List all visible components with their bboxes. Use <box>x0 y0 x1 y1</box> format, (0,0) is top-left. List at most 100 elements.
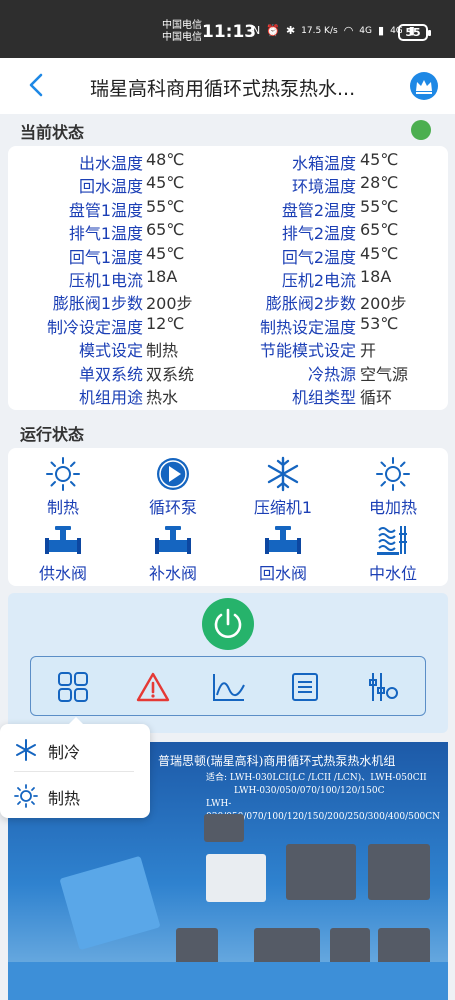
status-row: 盘管1温度 55℃ 盘管2温度 55℃ <box>8 197 448 220</box>
status-value: 200步 <box>146 294 193 314</box>
status-value: 双系统 <box>146 364 195 384</box>
carrier-1: 中国电信 <box>162 20 202 31</box>
status-value: 65℃ <box>146 220 185 240</box>
run-status-heading: 运行状态 <box>20 425 85 444</box>
status-row: 回水温度 45℃ 环境温度 28℃ <box>8 173 448 196</box>
online-indicator <box>411 120 431 140</box>
status-label: 回气2温度 <box>281 247 356 267</box>
list-icon[interactable] <box>287 671 323 703</box>
mode-popup: 制冷 制热 <box>0 717 150 818</box>
grid-icon[interactable] <box>55 671 91 703</box>
sun-icon <box>46 457 80 491</box>
status-label: 制冷设定温度 <box>46 317 143 337</box>
play-circle-icon <box>157 458 189 490</box>
status-label: 机组用途 <box>78 388 143 407</box>
banner-line: 适合: LWH-030LCI(LC /LCII /LCN)、LWH-050CII <box>206 773 427 783</box>
valve-icon <box>265 526 301 554</box>
run-item-label: 压缩机1 <box>253 498 313 517</box>
status-row: 制冷设定温度 12℃ 制热设定温度 53℃ <box>8 314 448 337</box>
status-value: 制热 <box>146 341 179 361</box>
mode-option-label: 制冷 <box>48 743 81 762</box>
status-row: 出水温度 48℃ 水箱温度 45℃ <box>8 150 448 173</box>
alarm-icon[interactable] <box>135 671 171 703</box>
status-row: 模式设定 制热 节能模式设定开 <box>8 337 448 360</box>
chevron-left-icon[interactable] <box>24 72 50 98</box>
status-row: 机组用途 热水 机组类型 循环 <box>8 384 448 407</box>
run-item-pump[interactable]: 循环泵 <box>123 456 223 518</box>
run-item-makeup-valve[interactable]: 补水阀 <box>123 522 223 584</box>
controller-image <box>204 814 244 842</box>
status-value: 55℃ <box>360 196 399 216</box>
snowflake-icon <box>267 456 299 492</box>
status-label: 机组类型 <box>291 388 356 407</box>
status-label: 排气2温度 <box>281 224 356 244</box>
system-status-bar: 中国电信 中国电信 11:13 N ⏰ ✱ 17.5 K/s ◠ 4G ▮ 4G… <box>0 0 455 58</box>
status-value: 65℃ <box>360 220 399 240</box>
settings-sliders-icon[interactable] <box>365 671 401 703</box>
wifi-icon: ◠ <box>343 24 354 37</box>
current-status-heading: 当前状态 <box>20 123 85 142</box>
status-row: 压机1电流 18A 压机2电流 18A <box>8 267 448 290</box>
chart-icon[interactable] <box>211 671 247 703</box>
status-label: 单双系统 <box>78 364 143 384</box>
mode-option-cooling[interactable]: 制冷 <box>0 726 150 772</box>
heat-pump-unit-image <box>286 844 356 900</box>
mode-option-label: 制热 <box>48 789 81 808</box>
status-label: 水箱温度 <box>291 154 356 173</box>
status-row: 排气1温度 65℃ 排气2温度 65℃ <box>8 220 448 243</box>
page-title: 瑞星高科商用循环式热泵热水... <box>90 78 356 100</box>
status-value: 热水 <box>146 388 179 407</box>
sun-icon <box>14 784 38 808</box>
mode-option-heating[interactable]: 制热 <box>0 772 150 818</box>
banner-line: LWH-030/050/070/100/120/150C <box>234 786 385 796</box>
status-label: 盘管1温度 <box>68 200 143 220</box>
power-button[interactable] <box>202 598 254 650</box>
status-label: 节能模式设定 <box>259 341 356 361</box>
run-item-label: 补水阀 <box>148 564 197 583</box>
signal-bars-1-icon: ▮ <box>378 24 385 37</box>
status-label: 回水温度 <box>78 177 143 197</box>
app-bar: 瑞星高科商用循环式热泵热水... <box>0 58 455 114</box>
current-status-card: 出水温度 48℃ 水箱温度 45℃ 回水温度 45℃ 环境温度 28℃ 盘管1温度 55℃ 盘管2温… <box>8 146 448 410</box>
clock: 11:13 <box>202 22 257 42</box>
status-label: 膨胀阀2步数 <box>265 294 356 314</box>
status-label: 压机2电流 <box>281 271 356 290</box>
net-speed: 17.5 K/s <box>301 25 338 36</box>
run-item-electric-heater[interactable]: 电加热 <box>343 456 443 518</box>
status-value: 空气源 <box>360 364 409 384</box>
status-value: 200步 <box>360 294 407 314</box>
status-label: 制热设定温度 <box>259 317 356 337</box>
status-label: 模式设定 <box>78 341 143 361</box>
bluetooth-icon: ✱ <box>285 24 296 37</box>
crown-button[interactable] <box>410 72 438 100</box>
status-label: 排气1温度 <box>68 224 143 244</box>
valve-icon <box>45 526 81 554</box>
status-value: 18A <box>360 267 392 286</box>
tool-bar <box>30 656 426 716</box>
status-row: 回气1温度 45℃ 回气2温度 45℃ <box>8 244 448 267</box>
status-row: 膨胀阀1步数 200步 膨胀阀2步数 200步 <box>8 290 448 313</box>
sun-icon <box>376 457 410 491</box>
power-icon <box>214 608 242 638</box>
banner-title: 普瑞思顿(瑞星高科)商用循环式热泵热水机组 <box>158 754 396 768</box>
split-unit-image <box>206 854 266 902</box>
valve-icon <box>155 526 191 554</box>
signal-1: 4G <box>359 25 372 36</box>
carrier-2: 中国电信 <box>162 32 202 43</box>
status-label: 环境温度 <box>291 177 356 197</box>
status-label: 出水温度 <box>78 154 143 173</box>
run-item-label: 制热 <box>46 498 79 517</box>
run-item-label: 供水阀 <box>38 564 87 583</box>
status-value: 48℃ <box>146 150 185 169</box>
nfc-icon: N <box>252 24 261 37</box>
status-value: 循环 <box>360 388 393 407</box>
run-item-heating[interactable]: 制热 <box>13 456 113 518</box>
heat-pump-unit-image <box>368 844 430 900</box>
run-item-supply-valve[interactable]: 供水阀 <box>13 522 113 584</box>
run-item-mid-water-level[interactable]: 中水位 <box>343 522 443 584</box>
status-label: 冷热源 <box>307 364 356 384</box>
run-item-return-valve[interactable]: 回水阀 <box>233 522 333 584</box>
status-label: 回气1温度 <box>68 247 143 267</box>
status-value: 45℃ <box>146 173 185 193</box>
run-item-compressor1[interactable]: 压缩机1 <box>233 456 333 518</box>
